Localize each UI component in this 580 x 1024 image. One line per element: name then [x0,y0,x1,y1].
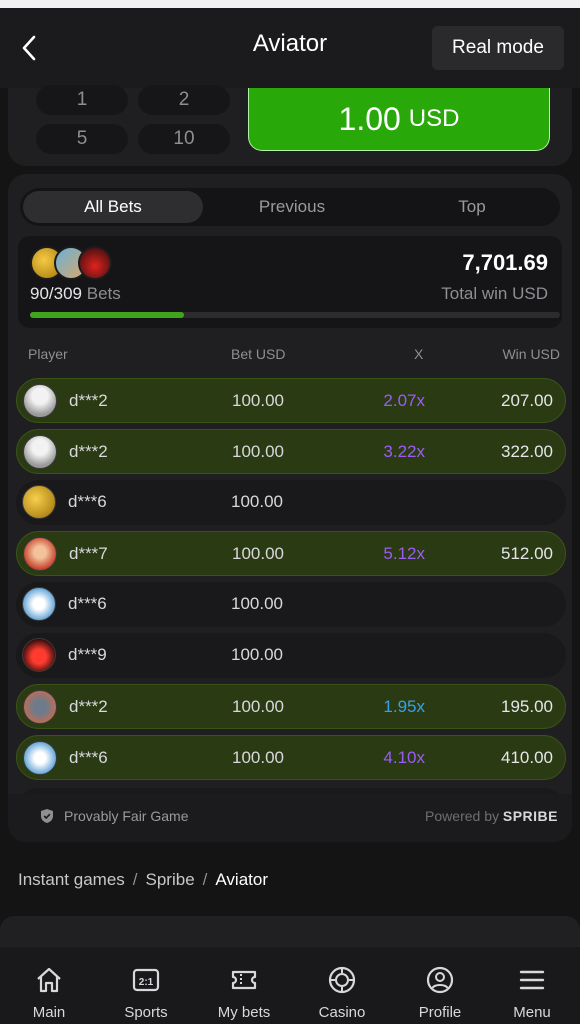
bet-amount-button[interactable]: 1.00 USD [248,88,550,151]
bets-tabs: All Bets Previous Top [20,188,560,226]
bottom-nav: Main 2:1 Sports My bets Casino Profile M… [0,946,580,1024]
table-row: d***9 100.00 [16,633,566,678]
multiplier: 3.22x [383,442,425,461]
player-name: d***6 [69,748,108,767]
player-name: d***2 [69,697,108,716]
nav-menu[interactable]: Menu [484,947,580,1024]
bets-summary: 90/309 Bets 7,701.69 Total win USD [18,236,562,328]
total-win-label: Total win USD [441,284,548,303]
column-header-win: Win USD [502,346,560,362]
avatar [22,587,56,621]
app-header: Aviator Real mode [0,8,580,88]
bet-amount: 100.00 [231,492,283,511]
menu-icon [519,970,545,990]
table-row: d***6 100.00 [16,582,566,627]
powered-by: Powered by SPRIBE [425,808,558,824]
bet-amount: 100.00 [232,697,284,716]
column-header-bet: Bet USD [231,346,286,362]
bet-amount: 100.00 [231,645,283,664]
win-amount: 512.00 [501,544,553,563]
avatar [22,638,56,672]
player-name: d***6 [68,492,107,511]
bets-progress-fill [30,312,184,318]
breadcrumb-instant-games[interactable]: Instant games [18,870,125,889]
bet-currency: USD [408,105,460,132]
avatar [23,435,57,469]
bets-count: 90/309 Bets [30,284,121,303]
quick-amount-1[interactable]: 1 [36,85,128,115]
player-name: d***2 [69,442,108,461]
svg-text:2:1: 2:1 [139,977,154,988]
table-row: d***2 100.00 2.07x 207.00 [16,378,566,423]
breadcrumb-current: Aviator [215,870,268,889]
bet-amount: 100.00 [232,391,284,410]
quick-amount-10[interactable]: 10 [138,124,230,154]
win-amount: 195.00 [501,697,553,716]
total-win-value: 7,701.69 [462,250,548,275]
win-amount: 207.00 [501,391,553,410]
status-strip [0,0,580,8]
bet-amount: 100.00 [232,544,284,563]
bet-amount-value: 1.00 [338,100,401,137]
win-amount: 410.00 [501,748,553,767]
multiplier: 2.07x [383,391,425,410]
nav-main[interactable]: Main [1,947,97,1024]
multiplier: 1.95x [383,697,425,716]
nav-my-bets[interactable]: My bets [196,947,292,1024]
ticket-icon [231,970,257,990]
column-header-player: Player [28,346,68,362]
quick-amount-5[interactable]: 5 [36,124,128,154]
real-mode-button[interactable]: Real mode [432,26,564,70]
quick-amount-2[interactable]: 2 [138,85,230,115]
bet-amount: 100.00 [231,594,283,613]
multiplier: 4.10x [383,748,425,767]
multiplier: 5.12x [383,544,425,563]
avatar [23,537,57,571]
avatar-stack [30,246,120,280]
bet-amount: 100.00 [232,748,284,767]
player-name: d***9 [68,645,107,664]
player-name: d***6 [68,594,107,613]
win-amount: 322.00 [501,442,553,461]
spribe-logo: SPRIBE [502,808,558,824]
home-icon [37,967,61,993]
avatar [23,690,57,724]
table-row: d***2 100.00 3.22x 322.00 [16,429,566,474]
player-name: d***7 [69,544,108,563]
bet-panel: 1 2 5 10 1.00 USD [8,85,572,166]
avatar [78,246,112,280]
column-header-multiplier: X [414,346,424,362]
nav-casino[interactable]: Casino [294,947,390,1024]
bet-amount: 100.00 [232,442,284,461]
bets-card: All Bets Previous Top 90/309 Bets 7,701.… [8,174,572,842]
player-name: d***2 [69,391,108,410]
table-row: d***7 100.00 5.12x 512.00 [16,531,566,576]
avatar [23,741,57,775]
nav-profile[interactable]: Profile [392,947,488,1024]
casino-chip-icon [328,966,356,994]
table-row: d***6 100.00 4.10x 410.00 [16,735,566,780]
shield-check-icon [41,809,53,823]
avatar [22,485,56,519]
table-row: d***2 100.00 1.95x 195.00 [16,684,566,729]
tab-all-bets[interactable]: All Bets [23,191,203,223]
breadcrumb-spribe[interactable]: Spribe [146,870,195,889]
provably-fair-link[interactable]: Provably Fair Game [40,808,188,824]
profile-icon [426,966,454,994]
tab-top[interactable]: Top [382,191,562,223]
bets-footer: Provably Fair Game Powered by SPRIBE [8,794,572,842]
breadcrumb: Instant games / Spribe / Aviator [18,870,268,889]
tab-previous[interactable]: Previous [202,191,382,223]
table-row: d***6 100.00 [16,480,566,525]
nav-sports[interactable]: 2:1 Sports [98,947,194,1024]
bets-progress-bar [30,312,560,318]
avatar [23,384,57,418]
sports-icon: 2:1 [132,968,160,992]
